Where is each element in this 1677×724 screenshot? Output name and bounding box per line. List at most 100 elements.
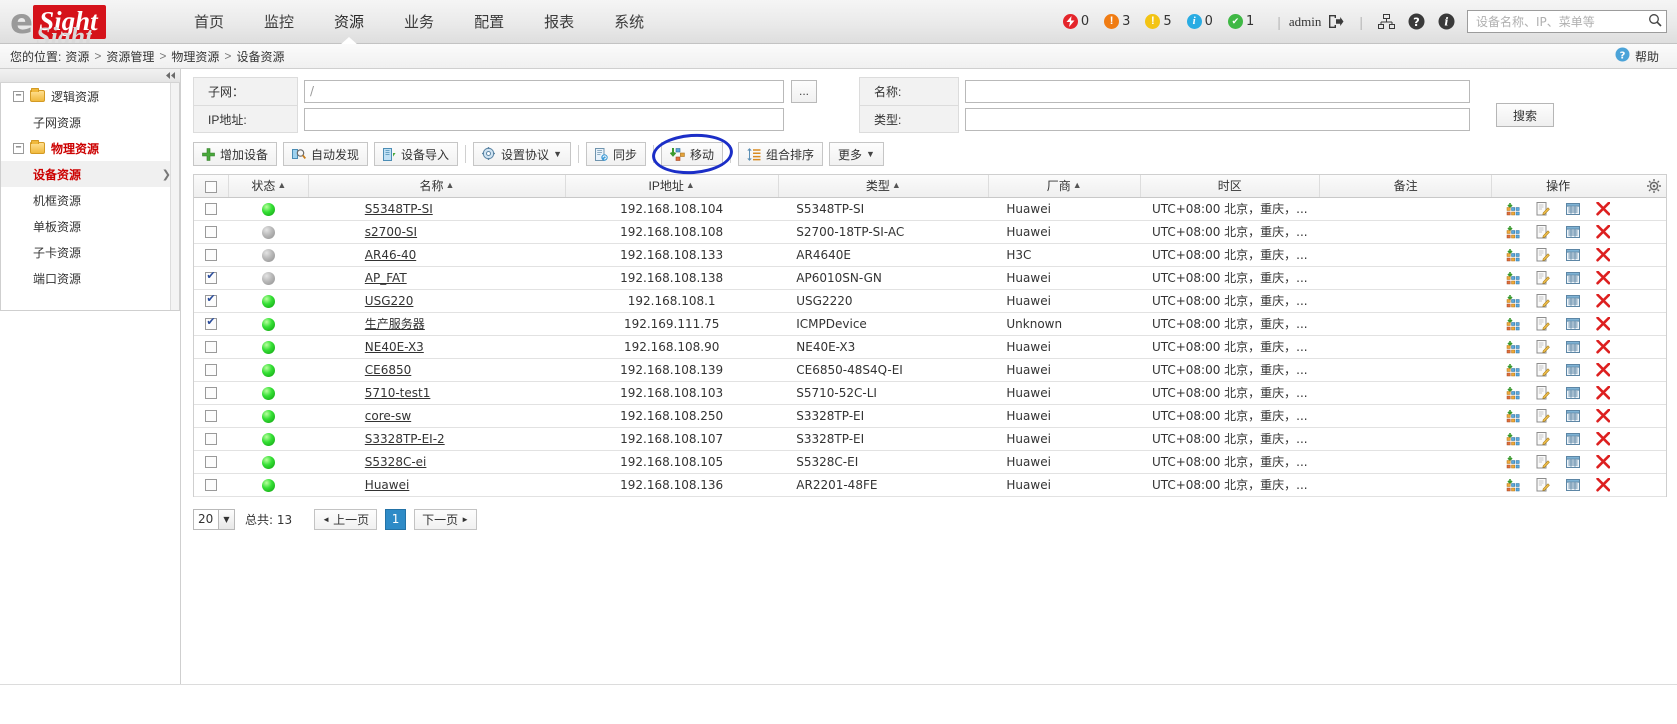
global-search[interactable] <box>1467 10 1667 33</box>
th-select-all[interactable] <box>194 175 230 198</box>
row-delete-icon[interactable] <box>1595 201 1610 216</box>
tree-node-chassis-resource[interactable]: 机框资源 <box>1 187 179 213</box>
device-name-link[interactable]: s2700-SI <box>365 225 417 239</box>
row-detail-icon[interactable] <box>1565 317 1580 331</box>
nav-item-monitor[interactable]: 监控 <box>244 0 314 44</box>
device-name-link[interactable]: AP_FAT <box>365 271 407 285</box>
row-detail-icon[interactable] <box>1565 363 1580 377</box>
th-remark[interactable]: 备注 <box>1319 175 1493 198</box>
breadcrumb-item-resource-mgmt[interactable]: 资源管理 <box>106 48 154 65</box>
row-delete-icon[interactable] <box>1595 477 1610 492</box>
alarm-major[interactable]: ! 3 <box>1104 14 1136 29</box>
row-checkbox[interactable] <box>205 316 218 330</box>
sidebar-collapse-toggle[interactable] <box>0 69 180 83</box>
row-delete-icon[interactable] <box>1595 224 1610 239</box>
alarm-warning-icon[interactable]: i <box>1186 14 1202 29</box>
device-name-link[interactable]: NE40E-X3 <box>365 340 424 354</box>
about-info-icon[interactable]: i <box>1436 12 1456 32</box>
row-checkbox[interactable] <box>205 341 218 353</box>
breadcrumb-item-resource[interactable]: 资源 <box>65 48 89 65</box>
row-detail-icon[interactable] <box>1565 386 1580 400</box>
th-operation[interactable]: 操作 <box>1491 175 1666 198</box>
breadcrumb-item-device-resource[interactable]: 设备资源 <box>236 48 284 65</box>
row-topology-icon[interactable] <box>1506 317 1520 331</box>
row-delete-icon[interactable] <box>1595 431 1610 446</box>
subnet-browse-button[interactable]: ... <box>791 79 817 103</box>
row-name-cell[interactable]: NE40E-X3 <box>308 335 566 359</box>
th-timezone[interactable]: 时区 <box>1140 175 1320 198</box>
logout-icon[interactable] <box>1326 12 1346 32</box>
row-detail-icon[interactable] <box>1565 202 1580 216</box>
row-select-cell[interactable] <box>194 335 229 359</box>
gear-icon[interactable] <box>1647 179 1661 196</box>
row-select-cell[interactable] <box>194 450 229 474</box>
row-topology-icon[interactable] <box>1506 478 1520 492</box>
row-edit-icon[interactable] <box>1536 408 1550 423</box>
table-row[interactable]: AP_FAT 192.168.108.138 AP6010SN-GN Huawei UT… <box>194 266 1666 290</box>
row-delete-icon[interactable] <box>1595 408 1610 423</box>
page-size-select[interactable]: 20 ▼ <box>193 508 235 530</box>
auto-discover-button[interactable]: 自动发现 <box>283 142 369 166</box>
row-select-cell[interactable] <box>194 404 229 428</box>
name-input[interactable] <box>965 79 1470 103</box>
table-row[interactable]: CE6850 192.168.108.139 CE6850-48S4Q-EI Huaw… <box>194 358 1666 382</box>
add-device-button[interactable]: 增加设备 <box>193 142 278 166</box>
table-row[interactable]: USG220 192.168.108.1 USG2220 Huawei UTC+08:0… <box>194 289 1666 313</box>
row-topology-icon[interactable] <box>1506 202 1520 216</box>
search-button[interactable]: 搜索 <box>1496 103 1554 127</box>
row-detail-icon[interactable] <box>1565 271 1580 285</box>
row-checkbox[interactable] <box>205 433 218 445</box>
row-edit-icon[interactable] <box>1536 477 1550 492</box>
row-edit-icon[interactable] <box>1536 316 1550 331</box>
row-detail-icon[interactable] <box>1565 294 1580 308</box>
row-delete-icon[interactable] <box>1595 362 1610 377</box>
row-edit-icon[interactable] <box>1536 247 1550 262</box>
row-topology-icon[interactable] <box>1506 271 1520 285</box>
global-search-input[interactable] <box>1474 13 1648 30</box>
row-checkbox[interactable] <box>205 270 218 284</box>
row-name-cell[interactable]: S5328C-ei <box>308 450 566 474</box>
alarm-critical[interactable]: 0 <box>1062 14 1095 29</box>
nav-item-resource[interactable]: 资源 <box>314 0 384 44</box>
nav-item-system[interactable]: 系统 <box>594 0 664 44</box>
row-edit-icon[interactable] <box>1536 339 1550 354</box>
row-select-cell[interactable] <box>194 358 229 382</box>
row-checkbox[interactable] <box>205 479 218 491</box>
tree-node-logical-resource[interactable]: − 逻辑资源 <box>1 83 179 109</box>
row-name-cell[interactable]: USG220 <box>308 289 566 313</box>
table-row[interactable]: S3328TP-EI-2 192.168.108.107 S3328TP-EI Hua… <box>194 427 1666 451</box>
row-name-cell[interactable]: AR46-40 <box>308 243 566 267</box>
row-checkbox[interactable] <box>205 410 218 422</box>
alarm-minor[interactable]: ! 5 <box>1145 14 1177 29</box>
tree-node-subcard-resource[interactable]: 子卡资源 <box>1 239 179 265</box>
table-row[interactable]: AR46-40 192.168.108.133 AR4640E H3C UTC+08:0… <box>194 243 1666 267</box>
row-checkbox[interactable] <box>205 387 218 399</box>
row-delete-icon[interactable] <box>1595 385 1610 400</box>
row-detail-icon[interactable] <box>1565 225 1580 239</box>
row-name-cell[interactable]: 5710-test1 <box>308 381 566 405</box>
row-delete-icon[interactable] <box>1595 293 1610 308</box>
row-edit-icon[interactable] <box>1536 362 1550 377</box>
ip-input[interactable] <box>304 107 784 131</box>
table-row[interactable]: core-sw 192.168.108.250 S3328TP-EI Huawei UT… <box>194 404 1666 428</box>
row-topology-icon[interactable] <box>1506 248 1520 262</box>
collapse-expander-icon[interactable]: − <box>13 90 24 102</box>
row-delete-icon[interactable] <box>1595 339 1610 354</box>
more-button[interactable]: 更多 ▼ <box>829 142 884 166</box>
next-page-button[interactable]: 下一页 ► <box>414 508 478 530</box>
app-logo[interactable]: e Sight Sight <box>10 0 150 44</box>
page-number-1[interactable]: 1 <box>385 508 407 530</box>
row-name-cell[interactable]: core-sw <box>308 404 566 428</box>
tree-node-physical-resource[interactable]: − 物理资源 <box>1 135 179 161</box>
row-name-cell[interactable]: 生产服务器 <box>308 312 566 336</box>
nav-item-service[interactable]: 业务 <box>384 0 454 44</box>
row-topology-icon[interactable] <box>1506 386 1520 400</box>
row-detail-icon[interactable] <box>1565 432 1580 446</box>
row-detail-icon[interactable] <box>1565 455 1580 469</box>
alarm-warning[interactable]: i 0 <box>1186 14 1219 29</box>
tree-node-port-resource[interactable]: 端口资源 <box>1 265 179 291</box>
table-row[interactable]: Huawei 192.168.108.136 AR2201-48FE Huawei UT… <box>194 473 1666 497</box>
nav-item-report[interactable]: 报表 <box>524 0 594 44</box>
alarm-cleared[interactable]: ✔ 1 <box>1227 14 1260 29</box>
nav-item-config[interactable]: 配置 <box>454 0 524 44</box>
